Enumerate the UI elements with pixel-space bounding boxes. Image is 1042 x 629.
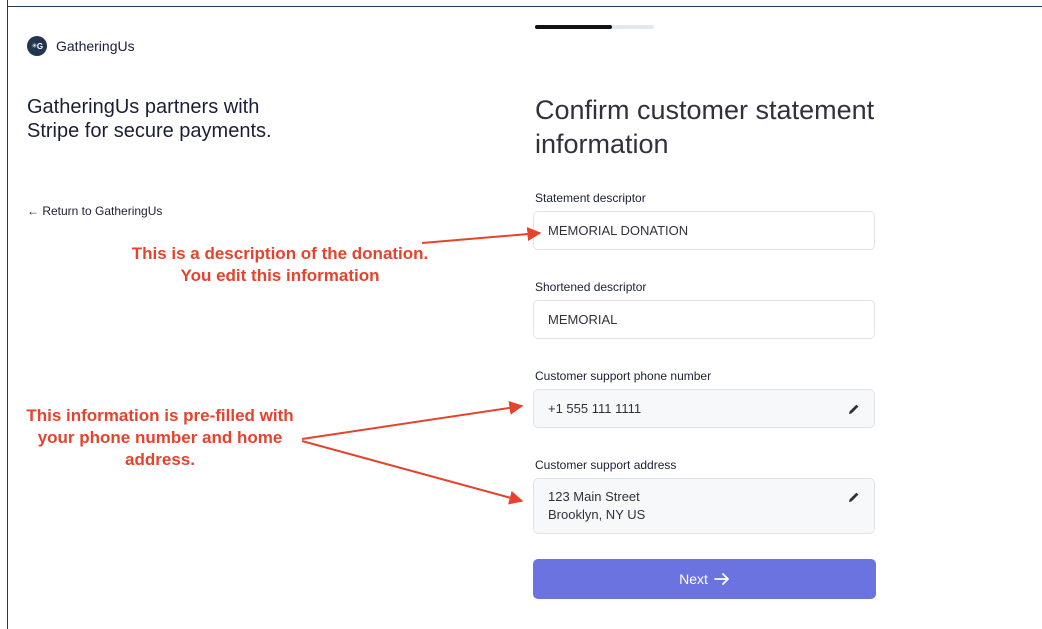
- arrow-to-address: [301, 440, 524, 505]
- annotation-arrows: [301, 227, 542, 505]
- arrow-to-statement-descriptor: [421, 227, 542, 244]
- arrow-to-phone: [301, 400, 524, 440]
